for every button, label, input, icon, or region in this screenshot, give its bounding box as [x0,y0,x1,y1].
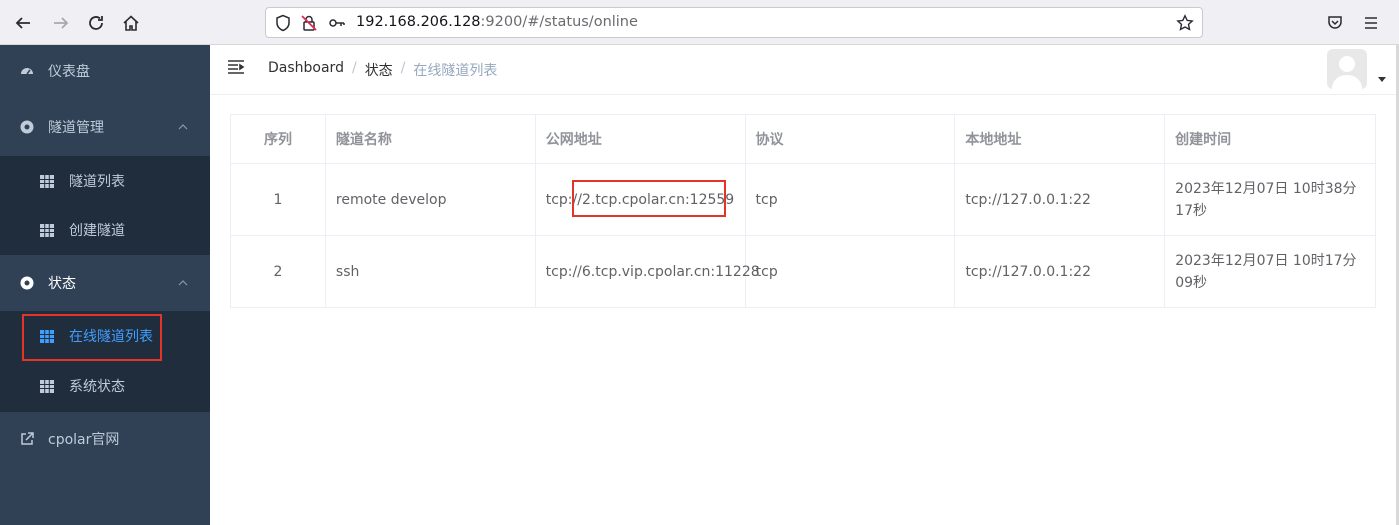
highlight-box [22,314,162,361]
table-cell: tcp://127.0.0.1:22 [955,236,1166,307]
back-button[interactable] [10,10,36,36]
table-row: 1 remote develop tcp://2.tcp.cpolar.cn:1… [231,164,1375,236]
sidebar-item-label: 系统状态 [69,379,125,395]
sidebar-item-cpolar-site[interactable]: cpolar官网 [0,413,210,465]
table-cell: 1 [231,164,326,235]
table-header-row: 序列 隧道名称 公网地址 协议 本地地址 创建时间 [231,115,1375,164]
sidebar-item-label: 创建隧道 [69,223,125,239]
hamburger-menu-icon [1365,17,1377,29]
url-host: 192.168.206.128 [356,14,481,30]
chevron-up-icon [178,280,188,286]
sidebar-item-label: cpolar官网 [48,432,120,448]
table-cell-public-address: tcp://6.tcp.vip.cpolar.cn:11228 [536,236,760,307]
table-cell: tcp://127.0.0.1:22 [955,164,1166,235]
sidebar: 仪表盘 隧道管理 隧道列表 创建隧道 状态 在线隧道列表 系统状态 cpolar… [0,45,210,525]
table-grid-icon [40,174,54,188]
sidebar-item-dashboard[interactable]: 仪表盘 [0,45,210,97]
table-cell: 2023年12月07日 10时17分09秒 [1175,252,1357,291]
sidebar-item-label: 状态 [48,276,76,292]
online-tunnel-table: 序列 隧道名称 公网地址 协议 本地地址 创建时间 1 remote devel… [230,114,1376,308]
column-header: 序列 [231,115,326,163]
bookmark-star-icon[interactable] [1176,14,1194,32]
table-cell: 2 [231,236,326,307]
top-navbar: Dashboard / 状态 / 在线隧道列表 [210,45,1399,95]
table-row: 2 ssh tcp://6.tcp.vip.cpolar.cn:11228 tc… [231,236,1375,307]
forward-button[interactable] [48,10,74,36]
column-header: 创建时间 [1175,132,1232,148]
dashboard-gauge-icon [21,68,33,75]
sidebar-item-label: 隧道管理 [48,120,104,136]
table-cell: tcp [746,236,956,307]
tunnel-management-icon [20,120,34,134]
column-header: 隧道名称 [326,115,536,163]
table-cell: remote develop [326,164,536,235]
sidebar-item-tunnel-list[interactable]: 隧道列表 [0,156,210,206]
breadcrumb-current: 在线隧道列表 [413,63,498,79]
table-grid-icon [40,223,54,237]
breadcrumb-dashboard[interactable]: Dashboard [268,60,344,80]
url-text[interactable]: 192.168.206.128:9200/#/status/online [356,14,638,30]
status-icon [20,276,34,290]
reload-icon [89,16,103,30]
sidebar-item-label: 隧道列表 [69,174,125,190]
home-button[interactable] [118,10,144,36]
sidebar-item-create-tunnel[interactable]: 创建隧道 [0,205,210,255]
table-cell: tcp [746,164,956,235]
browser-toolbar: 192.168.206.128:9200/#/status/online [0,0,1399,45]
highlight-box [572,180,726,217]
avatar[interactable] [1327,49,1367,89]
sidebar-item-label: 仪表盘 [48,64,90,80]
url-path: :9200/#/status/online [480,14,638,30]
table-cell: 2023年12月07日 10时38分17秒 [1175,180,1357,219]
column-header: 本地地址 [955,115,1166,163]
breadcrumb-separator: / [400,60,406,76]
arrow-left-icon [15,17,30,29]
sidebar-item-status[interactable]: 状态 [0,257,210,309]
insecure-lock-icon[interactable] [300,14,318,32]
shield-icon[interactable] [274,14,292,32]
reload-button[interactable] [83,10,109,36]
breadcrumb-separator: / [351,60,357,76]
table-cell: ssh [326,236,536,307]
pocket-button[interactable] [1322,10,1348,36]
home-icon [123,15,139,31]
key-icon[interactable] [328,14,346,32]
column-header: 协议 [746,115,956,163]
breadcrumb: Dashboard / 状态 / 在线隧道列表 [268,60,497,80]
sidebar-toggle-icon[interactable] [227,58,245,76]
caret-down-icon[interactable] [1378,77,1386,82]
arrow-right-icon [54,17,69,29]
table-grid-icon [40,379,54,393]
pocket-icon [1328,16,1342,29]
sidebar-item-tunnel-management[interactable]: 隧道管理 [0,101,210,153]
breadcrumb-status[interactable]: 状态 [365,60,393,80]
sidebar-item-system-status[interactable]: 系统状态 [0,361,210,411]
address-bar[interactable]: 192.168.206.128:9200/#/status/online [265,7,1203,38]
column-header: 公网地址 [536,115,746,163]
external-link-icon [21,432,34,445]
app-menu-button[interactable] [1358,10,1384,36]
user-avatar-icon [1332,56,1362,89]
chevron-up-icon [178,124,188,130]
